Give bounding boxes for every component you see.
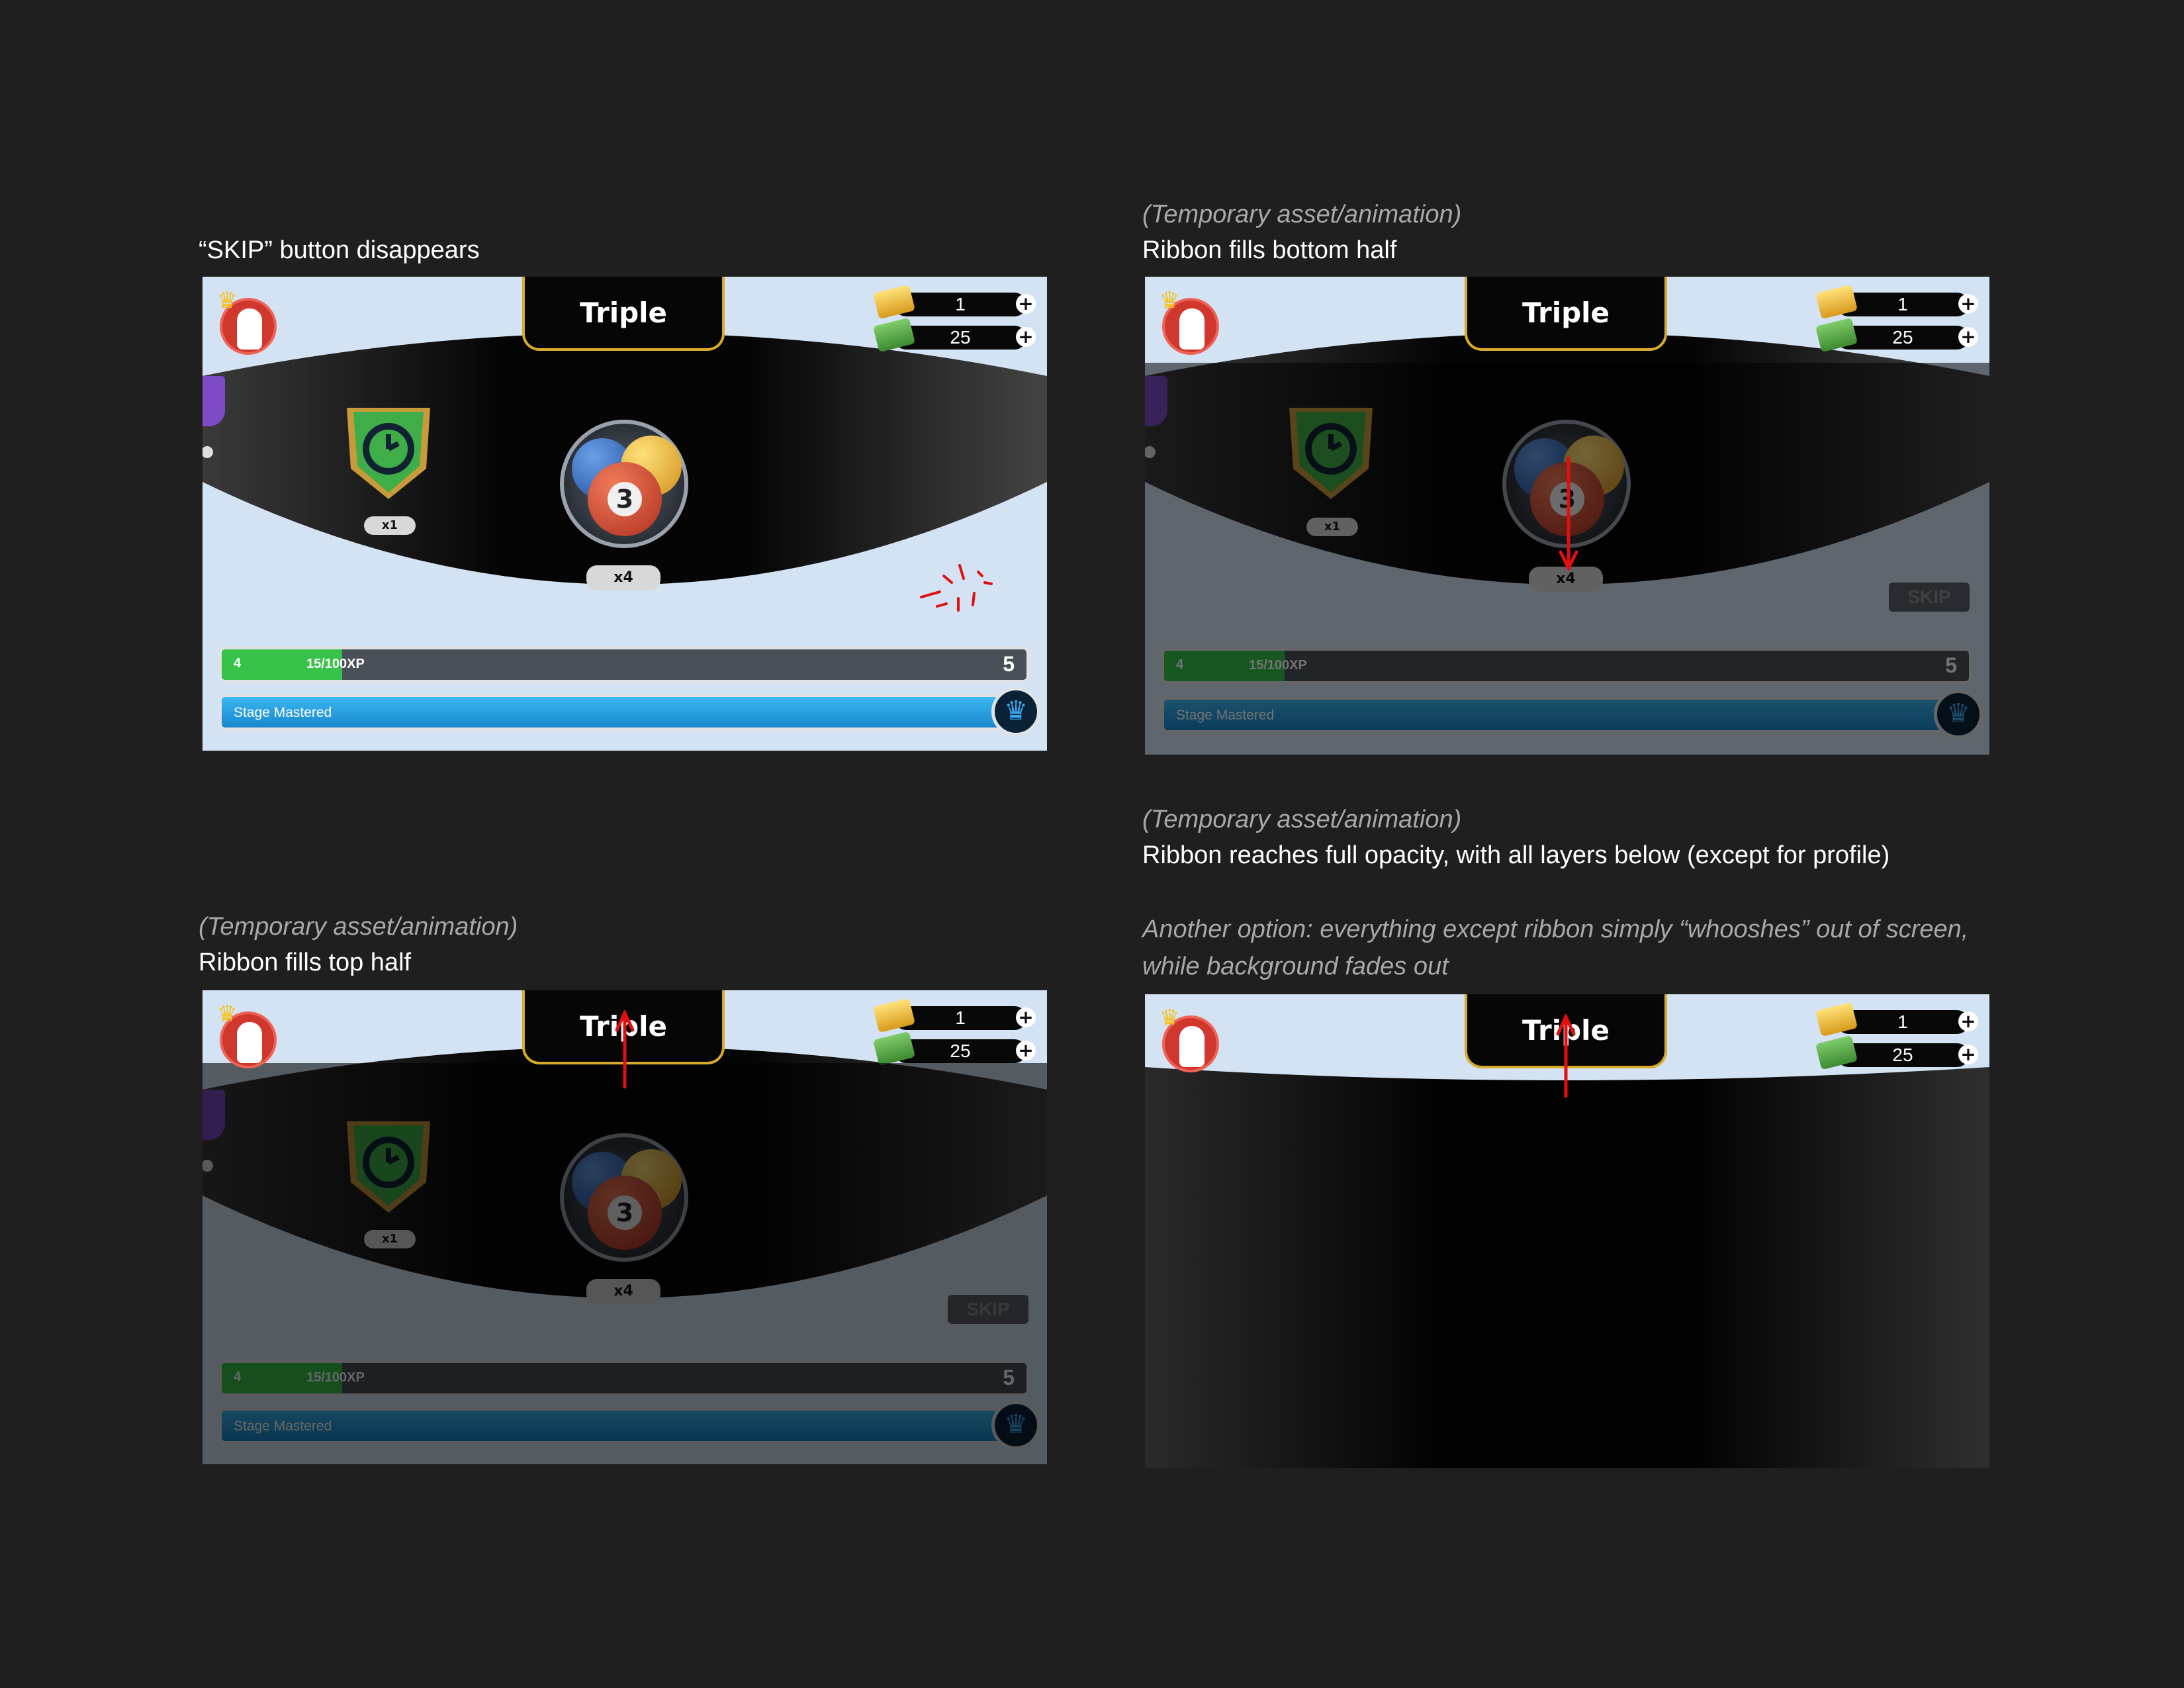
shield-count-badge: x1 — [364, 1230, 416, 1248]
gold-currency: 1 + — [1815, 284, 1978, 320]
mode-title: Triple — [579, 296, 668, 329]
crown-icon: ♛ — [217, 288, 238, 313]
crown-button[interactable]: ♛ — [991, 1401, 1040, 1450]
mode-title-tab: Triple — [1465, 277, 1667, 351]
add-cash-button[interactable]: + — [1016, 1041, 1036, 1060]
add-gold-button[interactable]: + — [1958, 1011, 1978, 1031]
screen-ribbon-bottom-half: ♛ 1 + 25 + x1 3 x4 SKIP 4 15/100XP 5 Stage M… — [1145, 277, 1989, 755]
caption-alternative-option-line2: while background fades out — [1142, 953, 1449, 980]
up-arrow-icon — [615, 1010, 635, 1089]
gold-amount: 1 — [955, 294, 966, 314]
xp-next-level: 5 — [1003, 1366, 1015, 1389]
up-arrow-icon — [1556, 1014, 1576, 1098]
gold-amount: 1 — [1897, 1011, 1908, 1032]
side-badge-icon — [1145, 376, 1167, 426]
cash-currency: 25 + — [872, 1031, 1036, 1066]
cash-amount: 25 — [1892, 1045, 1913, 1065]
screen-ribbon-full-opacity: ♛ Triple 1 + 25 + — [1145, 994, 1989, 1468]
xp-progress-bar: 4 15/100XP 5 — [218, 1360, 1030, 1397]
cash-amount: 25 — [950, 327, 971, 348]
mode-title-tab: Triple — [522, 277, 725, 351]
xp-next-level: 5 — [1945, 653, 1957, 677]
timer-shield-icon — [347, 408, 430, 499]
stage-label: Stage Mastered — [1176, 708, 1275, 723]
ball-number: 3 — [608, 1196, 642, 1230]
crown-icon: ♛ — [1160, 288, 1180, 313]
add-cash-button[interactable]: + — [1958, 1045, 1978, 1064]
balls-reward-icon: 3 — [560, 420, 688, 548]
balls-reward-icon: 3 — [560, 1133, 688, 1262]
caption-temporary-note-4: (Temporary asset/animation) — [1142, 806, 1462, 833]
ball-number: 3 — [608, 482, 642, 516]
caption-temporary-note-3: (Temporary asset/animation) — [199, 913, 518, 941]
xp-progress-bar: 4 15/100XP 5 — [1161, 647, 1972, 684]
xp-current-level: 4 — [234, 656, 242, 671]
caption-ribbon-full-opacity: Ribbon reaches full opacity, with all la… — [1142, 841, 1890, 869]
crown-icon: ♛ — [1160, 1006, 1180, 1031]
disappear-mark-icon — [920, 564, 993, 612]
caption-alternative-option-line1: Another option: everything except ribbon… — [1142, 915, 1969, 943]
caption-skip-disappears: “SKIP” button disappears — [199, 236, 480, 264]
profile-avatar[interactable]: ♛ — [217, 288, 277, 355]
stage-label: Stage Mastered — [234, 1419, 332, 1434]
stage-mastered-bar: Stage Mastered — [218, 694, 1013, 731]
side-badge-icon — [203, 1090, 225, 1140]
shield-count-badge: x1 — [1306, 518, 1358, 536]
xp-progress-bar: 4 15/100XP 5 — [218, 646, 1030, 683]
timer-shield-icon — [1289, 408, 1373, 499]
caption-temporary-note-2: (Temporary asset/animation) — [1142, 201, 1462, 228]
add-gold-button[interactable]: + — [1016, 294, 1036, 314]
cash-currency: 25 + — [1815, 317, 1978, 353]
xp-text: 15/100XP — [306, 1370, 365, 1385]
gold-amount: 1 — [1897, 294, 1908, 314]
gold-amount: 1 — [955, 1008, 966, 1028]
xp-next-level: 5 — [1003, 652, 1015, 676]
cash-currency: 25 + — [1815, 1035, 1978, 1070]
cash-currency: 25 + — [872, 317, 1036, 353]
shield-count-badge: x1 — [364, 516, 416, 535]
caption-ribbon-bottom-half: Ribbon fills bottom half — [1142, 236, 1397, 264]
xp-current-level: 4 — [1176, 657, 1184, 672]
profile-avatar[interactable]: ♛ — [1160, 1006, 1219, 1072]
balls-count-badge: x4 — [586, 1279, 660, 1304]
cash-amount: 25 — [1892, 327, 1913, 348]
gold-currency: 1 + — [872, 998, 1036, 1033]
skip-button[interactable]: SKIP — [948, 1295, 1028, 1324]
stage-mastered-bar: Stage Mastered — [218, 1407, 1013, 1444]
gold-currency: 1 + — [1815, 1002, 1978, 1037]
profile-avatar[interactable]: ♛ — [217, 1002, 277, 1068]
timer-shield-icon — [347, 1121, 430, 1213]
add-gold-button[interactable]: + — [1016, 1008, 1036, 1027]
stage-mastered-bar: Stage Mastered — [1161, 696, 1955, 733]
add-cash-button[interactable]: + — [1016, 327, 1036, 347]
xp-text: 15/100XP — [1249, 658, 1307, 673]
stage-label: Stage Mastered — [234, 705, 332, 720]
add-cash-button[interactable]: + — [1958, 327, 1978, 347]
gold-currency: 1 + — [872, 284, 1036, 320]
crown-icon: ♛ — [217, 1002, 238, 1027]
balls-count-badge: x4 — [586, 565, 660, 590]
side-badge-icon — [203, 376, 225, 426]
cash-amount: 25 — [950, 1041, 971, 1061]
crown-button[interactable]: ♛ — [991, 687, 1040, 736]
caption-ribbon-top-half: Ribbon fills top half — [199, 949, 412, 976]
profile-avatar[interactable]: ♛ — [1160, 288, 1219, 355]
add-gold-button[interactable]: + — [1958, 294, 1978, 314]
xp-text: 15/100XP — [306, 657, 365, 671]
down-arrow-icon — [1559, 456, 1578, 572]
mode-title: Triple — [1522, 296, 1610, 329]
crown-button[interactable]: ♛ — [1934, 690, 1983, 739]
xp-current-level: 4 — [234, 1370, 242, 1384]
screen-ribbon-top-half: 1 + 25 + x1 3 x4 SKIP 4 15/100XP 5 Stage Mas… — [203, 990, 1047, 1464]
screen-skip-disappears: ♛ Triple 1 + 25 + x1 3 x4 4 15/100XP 5 Stage… — [203, 277, 1047, 751]
skip-button[interactable]: SKIP — [1889, 583, 1970, 612]
